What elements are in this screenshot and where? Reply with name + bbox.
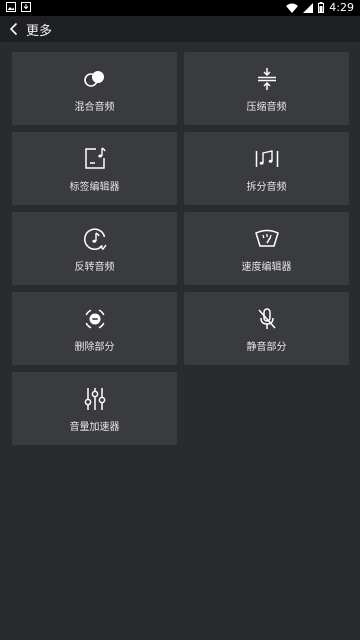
delete-part-icon (82, 306, 108, 332)
tools-grid: 混合音频 压缩音频 标签编辑器 拆分音频 反转音频 速度编辑器 删除部分 静音部… (12, 52, 349, 445)
split-audio-label: 拆分音频 (246, 182, 287, 193)
split-audio-icon (254, 146, 280, 172)
speed-editor-tile[interactable]: 速度编辑器 (184, 212, 349, 285)
chevron-left-icon (9, 22, 19, 36)
compress-audio-label: 压缩音频 (246, 102, 287, 113)
status-time: 4:29 (329, 1, 354, 14)
tag-editor-icon (82, 146, 108, 172)
mix-audio-icon (82, 66, 108, 92)
download-notification-icon (21, 2, 31, 12)
battery-icon (318, 2, 325, 13)
tag-editor-label: 标签编辑器 (69, 182, 120, 193)
mute-part-tile[interactable]: 静音部分 (184, 292, 349, 365)
volume-booster-label: 音量加速器 (69, 422, 120, 433)
mix-audio-label: 混合音频 (74, 102, 115, 113)
image-notification-icon (6, 2, 16, 12)
mute-part-label: 静音部分 (246, 342, 287, 353)
reverse-audio-tile[interactable]: 反转音频 (12, 212, 177, 285)
mix-audio-tile[interactable]: 混合音频 (12, 52, 177, 125)
compress-audio-tile[interactable]: 压缩音频 (184, 52, 349, 125)
reverse-audio-label: 反转音频 (74, 262, 115, 273)
status-bar: 4:29 (0, 0, 360, 16)
speed-editor-icon (254, 226, 280, 252)
delete-part-label: 删除部分 (74, 342, 115, 353)
signal-icon (303, 2, 314, 13)
compress-audio-icon (254, 66, 280, 92)
page-title: 更多 (26, 24, 53, 39)
wifi-icon (286, 3, 299, 13)
app-bar: 更多 (0, 16, 360, 42)
volume-booster-icon (82, 386, 108, 412)
back-button[interactable] (4, 19, 24, 39)
speed-editor-label: 速度编辑器 (241, 262, 292, 273)
reverse-audio-icon (82, 226, 108, 252)
split-audio-tile[interactable]: 拆分音频 (184, 132, 349, 205)
tag-editor-tile[interactable]: 标签编辑器 (12, 132, 177, 205)
mute-part-icon (254, 306, 280, 332)
volume-booster-tile[interactable]: 音量加速器 (12, 372, 177, 445)
delete-part-tile[interactable]: 删除部分 (12, 292, 177, 365)
